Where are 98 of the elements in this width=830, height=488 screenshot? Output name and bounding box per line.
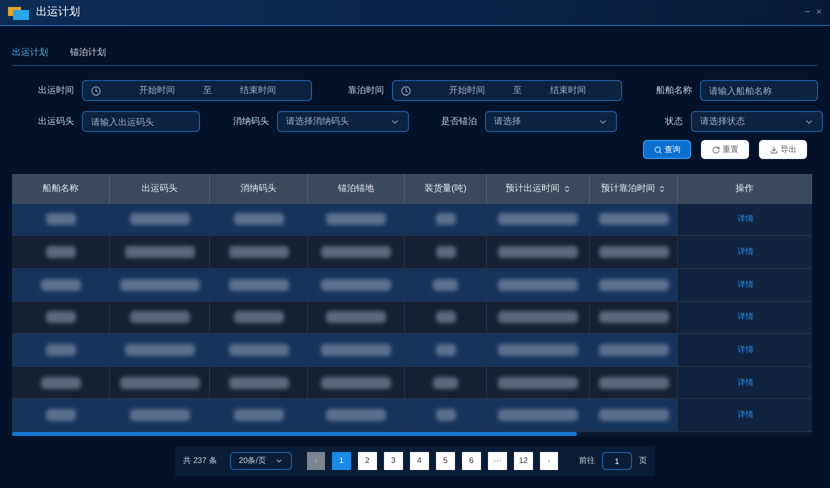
page-size-select[interactable]: 20条/页 <box>230 452 292 470</box>
blurred-text <box>321 278 391 291</box>
blurred-text <box>234 409 284 422</box>
blurred-text <box>46 344 76 356</box>
search-button[interactable]: 查询 <box>643 140 691 159</box>
select-field[interactable]: 请选择消纳码头 <box>277 111 409 132</box>
detail-link[interactable]: 详情 <box>738 213 754 226</box>
blurred-text <box>436 246 456 258</box>
blurred-text <box>598 376 668 389</box>
filter-label: 出运码头 <box>38 114 74 128</box>
page-button[interactable]: 4 <box>410 452 429 470</box>
blurred-text <box>321 246 391 258</box>
blurred-text <box>436 213 456 226</box>
folder-icon <box>8 6 30 20</box>
page-button[interactable]: 3 <box>384 452 403 470</box>
page-button[interactable]: 6 <box>462 452 481 470</box>
window-title: 出运计划 <box>36 5 80 20</box>
page-button[interactable]: 1 <box>332 452 351 470</box>
blurred-text <box>40 278 80 291</box>
blurred-text <box>46 213 76 226</box>
sort-icon <box>562 184 570 193</box>
select-field[interactable]: 请选择 <box>485 111 617 132</box>
filter-label: 状态 <box>665 114 683 128</box>
filter-label: 靠泊时间 <box>348 84 384 97</box>
clock-icon <box>91 86 101 96</box>
blurred-text <box>130 213 190 226</box>
page-number-field[interactable]: 1 <box>602 452 632 470</box>
blurred-text <box>228 344 288 356</box>
end-placeholder: 结束时间 <box>549 84 587 97</box>
end-placeholder: 结束时间 <box>239 84 277 97</box>
blurred-text <box>124 246 194 258</box>
detail-link[interactable]: 详情 <box>738 311 754 324</box>
clock-icon <box>401 86 411 96</box>
detail-link[interactable]: 详情 <box>738 246 754 258</box>
filter-label: 出运时间 <box>38 84 74 97</box>
blurred-text <box>598 213 668 226</box>
blurred-text <box>228 278 288 291</box>
filter-label: 船舶名称 <box>656 84 692 97</box>
chevron-down-icon <box>274 457 283 465</box>
blurred-text <box>234 213 284 226</box>
range-separator: 至 <box>203 84 212 97</box>
goto-label: 前往 <box>579 455 595 467</box>
refresh-icon <box>712 146 720 154</box>
detail-link[interactable]: 详情 <box>738 376 754 389</box>
blurred-text <box>598 278 668 291</box>
filter-label: 是否锚泊 <box>441 114 477 128</box>
total-count: 共 237 条 <box>183 455 217 467</box>
start-placeholder: 开始时间 <box>138 84 176 97</box>
blurred-text <box>433 278 458 291</box>
blurred-text <box>321 376 391 389</box>
blurred-text <box>130 409 190 422</box>
blurred-text <box>326 311 386 324</box>
blurred-text <box>124 344 194 356</box>
text-field[interactable]: 请输入出运码头 <box>82 111 200 132</box>
tab[interactable]: 锚泊计划 <box>70 46 106 65</box>
page-button[interactable]: 5 <box>436 452 455 470</box>
page-button[interactable]: ··· <box>488 452 507 470</box>
export-button[interactable]: 导出 <box>759 140 807 159</box>
detail-link[interactable]: 详情 <box>738 278 754 291</box>
select-field[interactable]: 请选择状态 <box>691 111 823 132</box>
blurred-text <box>433 376 458 389</box>
blurred-text <box>228 246 288 258</box>
detail-link[interactable]: 详情 <box>738 344 754 356</box>
range-separator: 至 <box>513 84 522 97</box>
page-button[interactable]: 12 <box>514 452 533 470</box>
blurred-text <box>46 409 76 422</box>
blurred-text <box>326 409 386 422</box>
blurred-text <box>228 376 288 389</box>
download-icon <box>770 146 778 154</box>
date-range-field[interactable]: 开始时间 至 结束时间 <box>82 80 312 101</box>
tab[interactable]: 出运计划 <box>12 46 48 65</box>
date-range-field[interactable]: 开始时间 至 结束时间 <box>392 80 622 101</box>
blurred-text <box>598 409 668 422</box>
horizontal-scrollbar[interactable] <box>12 432 577 436</box>
blurred-text <box>436 409 456 422</box>
start-placeholder: 开始时间 <box>448 84 486 97</box>
text-field[interactable]: 请输入船舶名称 <box>700 80 818 101</box>
blurred-text <box>46 311 76 324</box>
blurred-text <box>436 344 456 356</box>
blurred-text <box>321 344 391 356</box>
sort-icon <box>658 184 666 193</box>
blurred-text <box>234 311 284 324</box>
blurred-text <box>46 246 76 258</box>
page-suffix: 页 <box>639 455 647 467</box>
close-button[interactable]: × <box>816 5 822 20</box>
filter-label: 消纳码头 <box>233 114 269 128</box>
blurred-text <box>598 311 668 324</box>
blurred-text <box>598 246 668 258</box>
blurred-text <box>598 344 668 356</box>
page-button[interactable]: 2 <box>358 452 377 470</box>
blurred-text <box>436 311 456 324</box>
minimize-button[interactable]: − <box>804 5 810 20</box>
blurred-text <box>40 376 80 389</box>
blurred-text <box>326 213 386 226</box>
blurred-text <box>130 311 190 324</box>
detail-link[interactable]: 详情 <box>738 409 754 422</box>
search-icon <box>654 146 662 154</box>
reset-button[interactable]: 重置 <box>701 140 749 159</box>
